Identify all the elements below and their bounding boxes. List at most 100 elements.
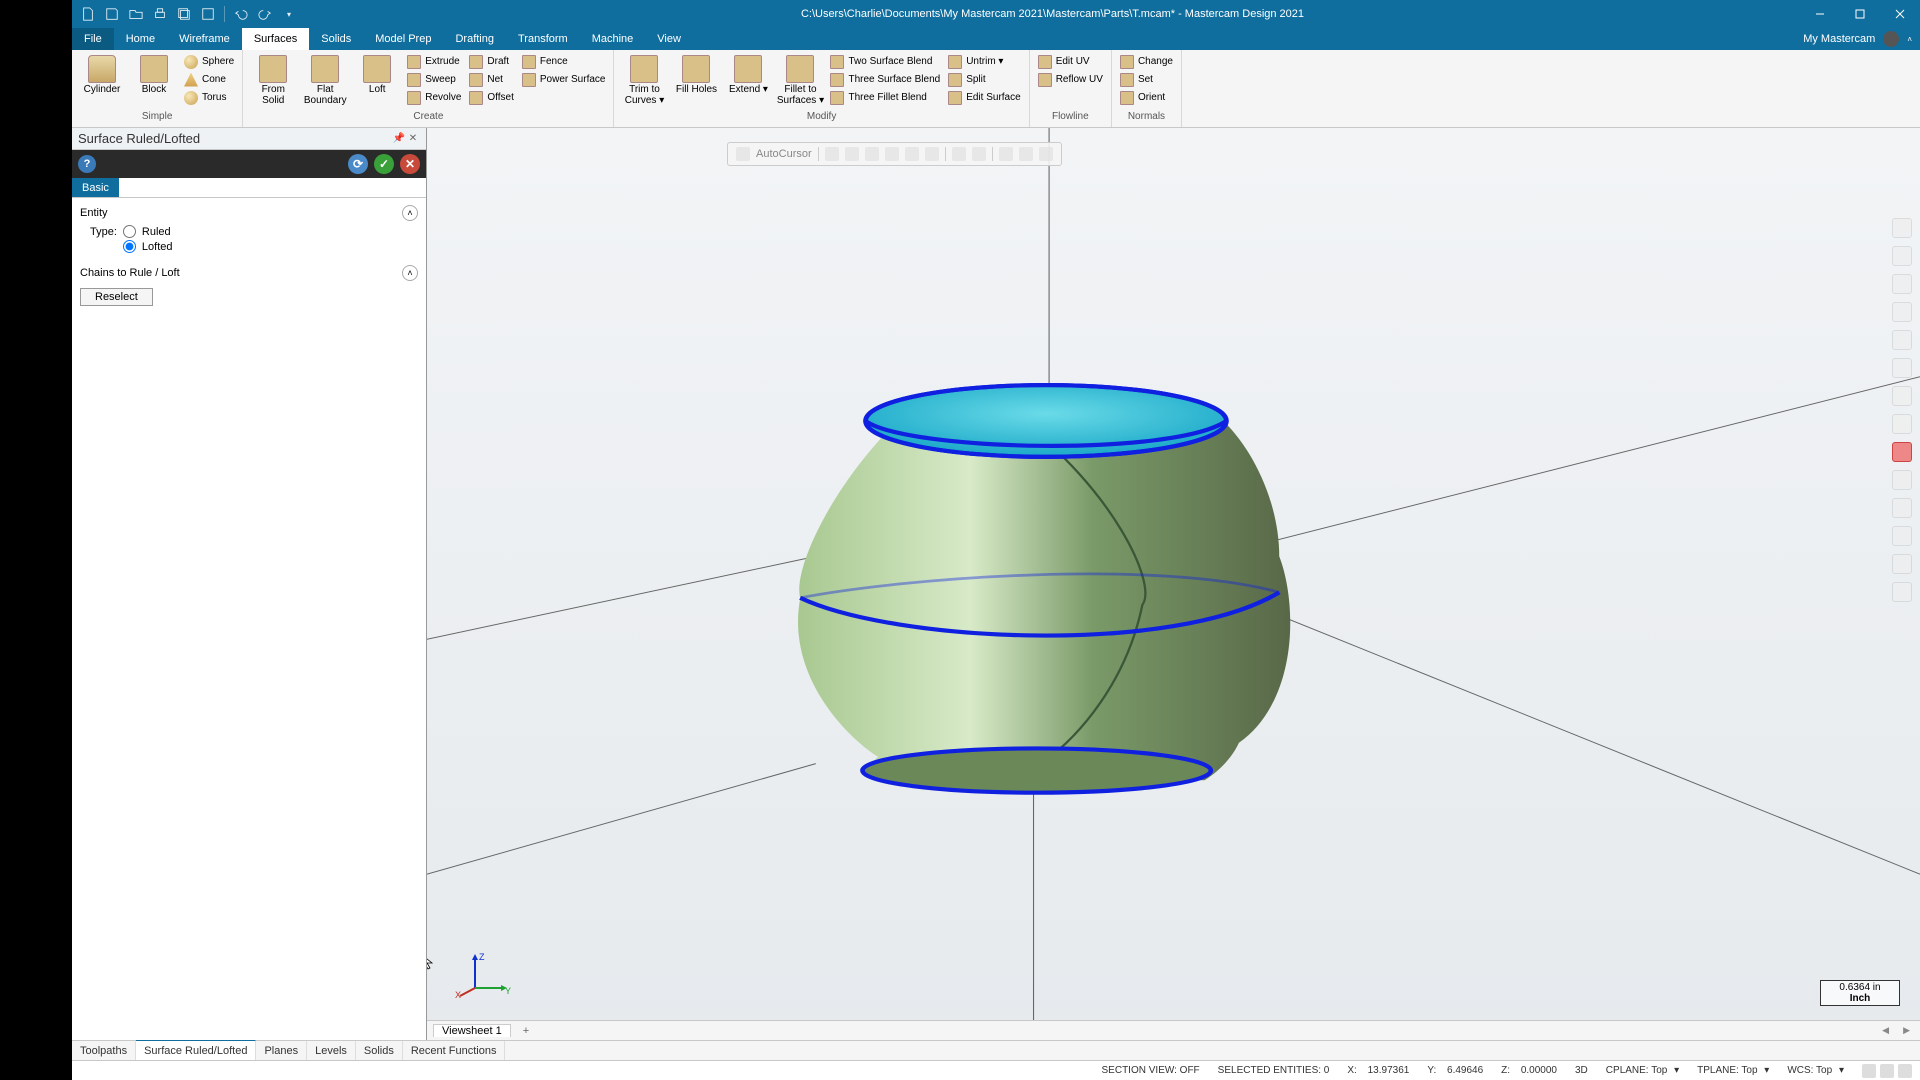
add-viewsheet-button[interactable]: + — [517, 1025, 535, 1037]
new-file-icon[interactable] — [80, 6, 96, 22]
manager-tab-solids[interactable]: Solids — [356, 1041, 403, 1060]
minimize-button[interactable] — [1800, 0, 1840, 28]
revolve-button[interactable]: Revolve — [405, 89, 463, 106]
sphere-button[interactable]: Sphere — [182, 53, 236, 70]
snap-icon[interactable] — [905, 147, 919, 161]
offset-button[interactable]: Offset — [467, 89, 516, 106]
two-surface-blend-button[interactable]: Two Surface Blend — [828, 53, 942, 70]
tab-file[interactable]: File — [72, 28, 114, 50]
status-mode[interactable]: 3D — [1575, 1065, 1588, 1076]
three-fillet-blend-button[interactable]: Three Fillet Blend — [828, 89, 942, 106]
tab-drafting[interactable]: Drafting — [443, 28, 506, 50]
user-avatar-icon[interactable] — [1883, 31, 1899, 47]
snap-icon[interactable] — [885, 147, 899, 161]
rt-measure-icon[interactable] — [1892, 414, 1912, 434]
reselect-button[interactable]: Reselect — [80, 288, 153, 306]
tab-view[interactable]: View — [645, 28, 693, 50]
status-icon[interactable] — [1862, 1064, 1876, 1078]
snap-icon[interactable] — [999, 147, 1013, 161]
tab-home[interactable]: Home — [114, 28, 167, 50]
power-surface-button[interactable]: Power Surface — [520, 71, 608, 88]
scroll-left-icon[interactable]: ◀ — [1878, 1025, 1893, 1036]
manager-tab-surface-ruled-lofted[interactable]: Surface Ruled/Lofted — [136, 1040, 256, 1060]
help-icon[interactable]: ? — [78, 155, 96, 173]
type-lofted-radio[interactable] — [123, 240, 136, 253]
rt-pan-icon[interactable] — [1892, 246, 1912, 266]
qat-more-icon[interactable]: ▾ — [281, 6, 297, 22]
pin-icon[interactable]: 📌 — [392, 133, 406, 144]
my-mastercam-link[interactable]: My Mastercam — [1803, 33, 1875, 45]
snap-icon[interactable] — [1019, 147, 1033, 161]
rt-tool-icon[interactable] — [1892, 470, 1912, 490]
status-tplane[interactable]: TPLANE: Top ▾ — [1697, 1065, 1769, 1076]
rt-active-tool-icon[interactable] — [1892, 442, 1912, 462]
extrude-button[interactable]: Extrude — [405, 53, 463, 70]
reflow-uv-button[interactable]: Reflow UV — [1036, 71, 1105, 88]
viewsheet-tab[interactable]: Viewsheet 1 — [433, 1024, 511, 1037]
tab-machine[interactable]: Machine — [580, 28, 646, 50]
section-entity[interactable]: Entity˄ — [80, 202, 418, 224]
extend-button[interactable]: Extend ▾ — [724, 53, 772, 96]
rt-rotate-icon[interactable] — [1892, 274, 1912, 294]
viewport[interactable]: AutoCursor — [427, 128, 1920, 1040]
manager-tab-toolpaths[interactable]: Toolpaths — [72, 1041, 136, 1060]
rt-zoom-icon[interactable] — [1892, 218, 1912, 238]
preview-icon[interactable] — [200, 6, 216, 22]
rt-tool-icon[interactable] — [1892, 582, 1912, 602]
redo-icon[interactable] — [257, 6, 273, 22]
orient-normals-button[interactable]: Orient — [1118, 89, 1175, 106]
tab-surfaces[interactable]: Surfaces — [242, 28, 309, 50]
snap-icon[interactable] — [952, 147, 966, 161]
rt-tool-icon[interactable] — [1892, 554, 1912, 574]
loft-button[interactable]: Loft — [353, 53, 401, 96]
rt-shade-icon[interactable] — [1892, 358, 1912, 378]
maximize-button[interactable] — [1840, 0, 1880, 28]
rt-tool-icon[interactable] — [1892, 498, 1912, 518]
torus-button[interactable]: Torus — [182, 89, 236, 106]
manager-tab-planes[interactable]: Planes — [256, 1041, 307, 1060]
autocursor-toolbar[interactable]: AutoCursor — [727, 142, 1062, 166]
rt-display-icon[interactable] — [1892, 386, 1912, 406]
section-chains[interactable]: Chains to Rule / Loft˄ — [80, 262, 418, 284]
save-as-icon[interactable] — [176, 6, 192, 22]
status-section-view[interactable]: SECTION VIEW: OFF — [1102, 1065, 1200, 1076]
block-button[interactable]: Block — [130, 53, 178, 96]
trim-to-curves-button[interactable]: Trim to Curves ▾ — [620, 53, 668, 106]
open-icon[interactable] — [128, 6, 144, 22]
panel-tab-basic[interactable]: Basic — [72, 178, 119, 197]
apply-new-button[interactable]: ⟳ — [348, 154, 368, 174]
manager-tab-recent-functions[interactable]: Recent Functions — [403, 1041, 506, 1060]
flat-boundary-button[interactable]: Flat Boundary — [301, 53, 349, 106]
scroll-right-icon[interactable]: ▶ — [1899, 1025, 1914, 1036]
fillet-to-surfaces-button[interactable]: Fillet to Surfaces ▾ — [776, 53, 824, 106]
status-icon[interactable] — [1898, 1064, 1912, 1078]
ok-button[interactable]: ✓ — [374, 154, 394, 174]
edit-surface-button[interactable]: Edit Surface — [946, 89, 1022, 106]
split-button[interactable]: Split — [946, 71, 1022, 88]
from-solid-button[interactable]: From Solid — [249, 53, 297, 106]
snap-icon[interactable] — [865, 147, 879, 161]
change-normals-button[interactable]: Change — [1118, 53, 1175, 70]
snap-icon[interactable] — [845, 147, 859, 161]
type-ruled-radio[interactable] — [123, 225, 136, 238]
status-wcs[interactable]: WCS: Top ▾ — [1787, 1065, 1844, 1076]
rt-fit-icon[interactable] — [1892, 302, 1912, 322]
tab-solids[interactable]: Solids — [309, 28, 363, 50]
edit-uv-button[interactable]: Edit UV — [1036, 53, 1105, 70]
set-normals-button[interactable]: Set — [1118, 71, 1175, 88]
panel-close-icon[interactable]: ✕ — [406, 133, 420, 144]
untrim-button[interactable]: Untrim ▾ — [946, 53, 1022, 70]
sweep-button[interactable]: Sweep — [405, 71, 463, 88]
cylinder-button[interactable]: Cylinder — [78, 53, 126, 96]
three-surface-blend-button[interactable]: Three Surface Blend — [828, 71, 942, 88]
cancel-button[interactable]: ✕ — [400, 154, 420, 174]
net-button[interactable]: Net — [467, 71, 516, 88]
rt-view-icon[interactable] — [1892, 330, 1912, 350]
snap-icon[interactable] — [1039, 147, 1053, 161]
close-button[interactable] — [1880, 0, 1920, 28]
tab-model-prep[interactable]: Model Prep — [363, 28, 443, 50]
manager-tab-levels[interactable]: Levels — [307, 1041, 356, 1060]
fill-holes-button[interactable]: Fill Holes — [672, 53, 720, 96]
ribbon-collapse-icon[interactable]: ˄ — [1907, 35, 1912, 44]
status-icon[interactable] — [1880, 1064, 1894, 1078]
